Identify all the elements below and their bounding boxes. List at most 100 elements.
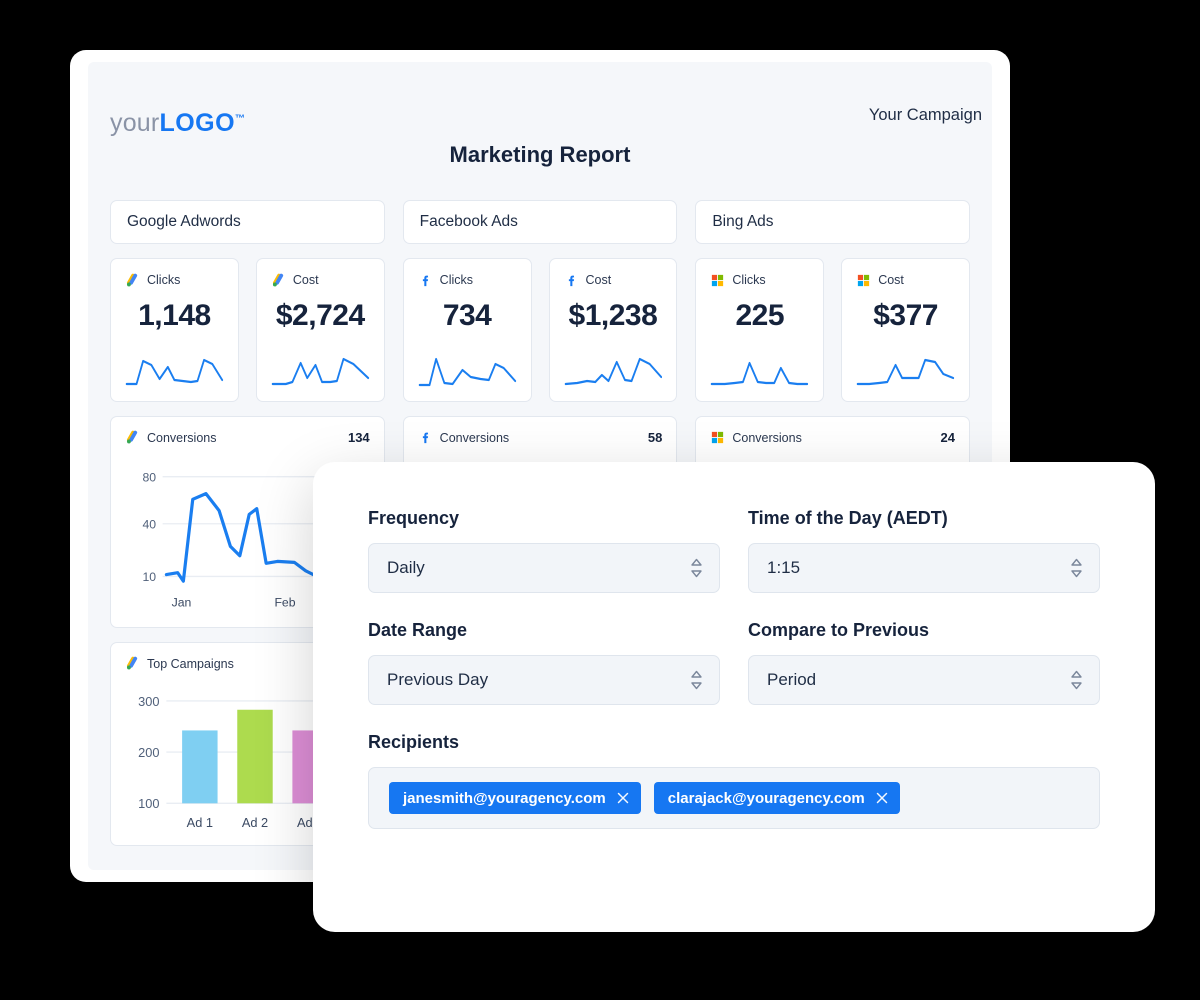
spacer <box>368 593 1100 620</box>
facebook-icon <box>418 273 433 288</box>
campaign-name: Your Campaign <box>869 106 982 125</box>
metric-card-google-clicks[interactable]: Clicks 1,148 <box>110 258 239 402</box>
spacer <box>368 705 1100 732</box>
sparkline-svg <box>271 351 370 391</box>
tab-label: Bing Ads <box>712 213 773 231</box>
chevron-updown-icon <box>1070 558 1083 578</box>
sparkline-chart <box>710 351 809 391</box>
recipient-chip[interactable]: clarajack@youragency.com <box>654 782 900 814</box>
metric-value: 1,148 <box>125 299 224 333</box>
facebook-icon <box>418 430 433 445</box>
google-ads-icon <box>125 273 140 288</box>
sparkline-chart <box>125 351 224 391</box>
frequency-field: Frequency Daily <box>368 508 720 593</box>
metric-label: Cost <box>878 273 904 287</box>
date-range-select[interactable]: Previous Day <box>368 655 720 705</box>
tab-facebook-ads[interactable]: Facebook Ads <box>403 200 678 244</box>
metric-label: Clicks <box>440 273 473 287</box>
google-ads-icon <box>125 430 140 445</box>
metric-value: $377 <box>856 299 955 333</box>
metric-group-facebook: Clicks 734 <box>403 258 678 402</box>
metric-value: $1,238 <box>564 299 663 333</box>
recipient-email: janesmith@youragency.com <box>403 790 606 807</box>
conversions-label: Conversions <box>732 431 801 445</box>
metric-header: Clicks <box>418 272 517 288</box>
recipient-chip[interactable]: janesmith@youragency.com <box>389 782 641 814</box>
metric-value: 734 <box>418 299 517 333</box>
conversions-header: Conversions 58 <box>418 430 663 445</box>
metric-card-bing-clicks[interactable]: Clicks 225 <box>695 258 824 402</box>
time-of-day-label: Time of the Day (AEDT) <box>748 508 1100 529</box>
metric-card-row: Clicks 1,148 <box>88 244 992 402</box>
metric-card-facebook-clicks[interactable]: Clicks 734 <box>403 258 532 402</box>
time-of-day-field: Time of the Day (AEDT) 1:15 <box>748 508 1100 593</box>
time-of-day-select[interactable]: 1:15 <box>748 543 1100 593</box>
logo-text-logo: LOGO <box>159 109 235 137</box>
sparkline-chart <box>271 351 370 391</box>
date-range-value: Previous Day <box>387 670 488 690</box>
metric-value: 225 <box>710 299 809 333</box>
conversions-header: Conversions 134 <box>125 430 370 445</box>
metric-card-google-cost[interactable]: Cost $2,724 <box>256 258 385 402</box>
metric-label: Cost <box>586 273 612 287</box>
tab-label: Facebook Ads <box>420 213 518 231</box>
conversions-value: 134 <box>348 430 370 445</box>
sparkline-chart <box>856 351 955 391</box>
page-title: Marketing Report <box>88 142 992 168</box>
brand-logo: yourLOGO™ <box>110 109 245 138</box>
chevron-updown-icon <box>690 558 703 578</box>
conversions-label: Conversions <box>440 431 509 445</box>
metric-header: Clicks <box>125 272 224 288</box>
chevron-updown-icon <box>1070 670 1083 690</box>
sparkline-chart <box>418 351 517 391</box>
logo-text-your: your <box>110 109 159 137</box>
sparkline-svg <box>564 351 663 391</box>
remove-recipient-icon[interactable] <box>617 792 629 804</box>
conversions-label: Conversions <box>147 431 216 445</box>
microsoft-icon <box>710 273 725 288</box>
sparkline-svg <box>125 351 224 391</box>
frequency-select[interactable]: Daily <box>368 543 720 593</box>
x-tick-label: Feb <box>274 596 295 610</box>
y-tick-label: 300 <box>138 694 159 709</box>
conversions-header: Conversions 24 <box>710 430 955 445</box>
x-tick-label: Ad 2 <box>242 815 268 830</box>
sparkline-svg <box>710 351 809 391</box>
y-tick-label: 40 <box>142 517 156 531</box>
x-tick-label: Jan <box>172 596 192 610</box>
metric-header: Cost <box>564 272 663 288</box>
sparkline-svg <box>418 351 517 391</box>
metric-group-google: Clicks 1,148 <box>110 258 385 402</box>
frequency-label: Frequency <box>368 508 720 529</box>
metric-value: $2,724 <box>271 299 370 333</box>
microsoft-icon <box>710 430 725 445</box>
tab-label: Google Adwords <box>127 213 241 231</box>
date-range-label: Date Range <box>368 620 720 641</box>
page-root: yourLOGO™ Your Campaign Marketing Report… <box>0 0 1200 1000</box>
metric-card-facebook-cost[interactable]: Cost $1,238 <box>549 258 678 402</box>
report-header: yourLOGO™ Your Campaign Marketing Report <box>88 62 992 200</box>
top-campaigns-label: Top Campaigns <box>147 657 234 671</box>
recipients-field: Recipients janesmith@youragency.com clar… <box>368 732 1100 829</box>
tab-bing-ads[interactable]: Bing Ads <box>695 200 970 244</box>
compare-to-previous-field: Compare to Previous Period <box>748 620 1100 705</box>
recipients-input[interactable]: janesmith@youragency.com clarajack@youra… <box>368 767 1100 829</box>
tab-google-adwords[interactable]: Google Adwords <box>110 200 385 244</box>
recipients-label: Recipients <box>368 732 1100 753</box>
conversions-value: 58 <box>648 430 662 445</box>
google-ads-icon <box>125 656 140 671</box>
remove-recipient-icon[interactable] <box>876 792 888 804</box>
compare-to-previous-select[interactable]: Period <box>748 655 1100 705</box>
metric-card-bing-cost[interactable]: Cost $377 <box>841 258 970 402</box>
compare-to-previous-label: Compare to Previous <box>748 620 1100 641</box>
y-tick-label: 80 <box>142 470 156 484</box>
y-tick-label: 200 <box>138 745 159 760</box>
schedule-settings-modal: Frequency Daily Time of the Day (AEDT) 1… <box>313 462 1155 932</box>
conversions-value: 24 <box>941 430 955 445</box>
frequency-value: Daily <box>387 558 425 578</box>
metric-header: Cost <box>271 272 370 288</box>
settings-row-1: Frequency Daily Time of the Day (AEDT) 1… <box>368 508 1100 593</box>
metric-label: Clicks <box>147 273 180 287</box>
sparkline-svg <box>856 351 955 391</box>
chevron-updown-icon <box>690 670 703 690</box>
